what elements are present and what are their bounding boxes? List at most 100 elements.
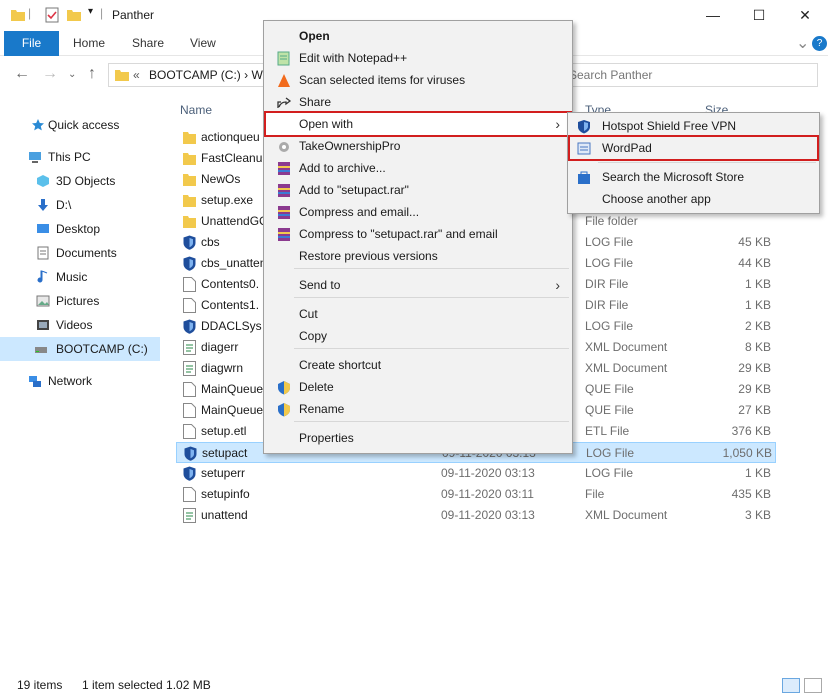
file-type: LOG File: [585, 256, 634, 270]
selection-info: 1 item selected 1.02 MB: [82, 678, 211, 692]
submenu-item-label: Search the Microsoft Store: [602, 170, 745, 184]
file-name: Contents1.: [201, 298, 260, 312]
file-size: 3 KB: [744, 508, 771, 522]
menu-item-copy[interactable]: Copy: [266, 325, 570, 347]
picture-icon: [36, 295, 50, 307]
menu-item-compress-to-setupact-rar-and-email[interactable]: Compress to "setupact.rar" and email: [266, 223, 570, 245]
archive-icon: [276, 227, 292, 242]
menu-item-label: Add to archive...: [299, 161, 386, 175]
menu-item-rename[interactable]: Rename: [266, 398, 570, 420]
gear-icon: [276, 139, 292, 154]
tab-share[interactable]: Share: [132, 31, 164, 56]
properties-icon[interactable]: [44, 7, 60, 23]
submenu-item-choose-another-app[interactable]: Choose another app: [570, 188, 817, 210]
file-type: XML Document: [585, 340, 668, 354]
recent-locations-icon[interactable]: ⌄: [68, 69, 76, 80]
file-size: 29 KB: [738, 382, 771, 396]
nav-item-bootcamp[interactable]: BOOTCAMP (C:): [0, 337, 160, 361]
breadcrumb[interactable]: BOOTCAMP (C:) › W: [149, 68, 263, 82]
nav-item-music[interactable]: Music: [0, 265, 160, 289]
log-file-icon: [183, 235, 196, 250]
tab-home[interactable]: Home: [73, 31, 105, 56]
column-header-name[interactable]: Name: [180, 103, 212, 117]
file-size: 29 KB: [738, 361, 771, 375]
file-type: DIR File: [585, 277, 629, 291]
large-icons-view-icon[interactable]: [804, 678, 822, 693]
nav-item-documents[interactable]: Documents: [0, 241, 160, 265]
file-size: 44 KB: [738, 256, 771, 270]
menu-item-scan-selected-items-for-viruses[interactable]: Scan selected items for viruses: [266, 69, 570, 91]
close-button[interactable]: ✕: [782, 0, 828, 31]
nav-item-3d-objects[interactable]: 3D Objects: [0, 169, 160, 193]
file-type: LOG File: [585, 319, 634, 333]
expand-ribbon-icon[interactable]: ⌄: [796, 31, 809, 56]
menu-item-properties[interactable]: Properties: [266, 427, 570, 449]
details-view-icon[interactable]: [782, 678, 800, 693]
forward-arrow-icon[interactable]: →: [42, 65, 58, 83]
file-size: 435 KB: [731, 487, 771, 501]
menu-item-label: Open with: [299, 117, 354, 131]
blank-file-icon: [183, 487, 196, 502]
menu-item-takeownershippro[interactable]: TakeOwnershipPro: [266, 135, 570, 157]
file-type: QUE File: [585, 382, 634, 396]
menu-item-restore-previous-versions[interactable]: Restore previous versions: [266, 245, 570, 267]
file-name: MainQueue: [201, 382, 264, 396]
nav-item-videos[interactable]: Videos: [0, 313, 160, 337]
window-title: Panther: [112, 8, 155, 22]
menu-item-share[interactable]: Share: [266, 91, 570, 113]
menu-item-open[interactable]: Open: [266, 25, 570, 47]
maximize-button[interactable]: ☐: [736, 0, 782, 31]
help-icon[interactable]: ?: [812, 36, 827, 51]
blank-file-icon: [183, 382, 196, 397]
nav-item-desktop[interactable]: Desktop: [0, 217, 160, 241]
file-row[interactable]: setupinfo 09-11-2020 03:11 File 435 KB: [176, 484, 776, 505]
nav-item-pictures[interactable]: Pictures: [0, 289, 160, 313]
submenu-item-search-the-microsoft-store[interactable]: Search the Microsoft Store: [570, 166, 817, 188]
file-name: setupact: [202, 446, 248, 460]
log-file-icon: [183, 466, 196, 481]
up-arrow-icon[interactable]: ↑: [88, 65, 96, 83]
file-name: setup.exe: [201, 193, 254, 207]
nav-item-network[interactable]: Network: [0, 369, 160, 393]
menu-item-label: Copy: [299, 329, 328, 343]
menu-item-open-with[interactable]: Open with ›: [264, 111, 572, 137]
log-file-icon: [183, 256, 196, 271]
log-file-icon: [183, 319, 196, 334]
submenu-item-wordpad[interactable]: WordPad: [568, 135, 819, 161]
submenu-item-label: WordPad: [602, 141, 652, 155]
chevron-right-icon: ›: [555, 116, 560, 132]
menu-item-edit-with-notepad[interactable]: Edit with Notepad++: [266, 47, 570, 69]
menu-item-send-to[interactable]: Send to ›: [266, 274, 570, 296]
menu-item-compress-and-email[interactable]: Compress and email...: [266, 201, 570, 223]
file-date: 09-11-2020 03:13: [441, 508, 535, 522]
nav-item-d-drive[interactable]: D:\: [0, 193, 160, 217]
xml-file-icon: [183, 361, 196, 376]
back-arrow-icon[interactable]: ←: [14, 65, 30, 83]
new-folder-icon[interactable]: [66, 7, 82, 23]
file-date: 09-11-2020 03:11: [441, 487, 534, 501]
nav-item-quick-access[interactable]: Quick access: [0, 113, 160, 137]
archive-icon: [276, 205, 292, 220]
submenu-item-hotspot-shield-free-vpn[interactable]: Hotspot Shield Free VPN: [570, 115, 817, 137]
download-icon: [38, 199, 48, 211]
menu-item-add-to-archive[interactable]: Add to archive...: [266, 157, 570, 179]
customize-toolbar-icon[interactable]: ▾: [88, 6, 93, 17]
search-input[interactable]: Search Panther: [562, 63, 818, 87]
search-placeholder: Search Panther: [569, 68, 653, 82]
path-overflow[interactable]: «: [133, 68, 140, 82]
menu-item-add-to-setupact-rar[interactable]: Add to "setupact.rar": [266, 179, 570, 201]
nav-item-this-pc[interactable]: This PC: [0, 145, 160, 169]
tab-file[interactable]: File: [4, 31, 59, 56]
music-icon: [37, 270, 48, 283]
menu-item-label: Open: [299, 29, 330, 43]
file-row[interactable]: unattend 09-11-2020 03:13 XML Document 3 KB: [176, 505, 776, 526]
minimize-button[interactable]: —: [690, 0, 736, 31]
menu-item-create-shortcut[interactable]: Create shortcut: [266, 354, 570, 376]
blank-file-icon: [183, 277, 196, 292]
file-type: File folder: [585, 214, 638, 228]
tab-view[interactable]: View: [190, 31, 216, 56]
file-row[interactable]: setuperr 09-11-2020 03:13 LOG File 1 KB: [176, 463, 776, 484]
menu-item-delete[interactable]: Delete: [266, 376, 570, 398]
blank-file-icon: [183, 403, 196, 418]
menu-item-cut[interactable]: Cut: [266, 303, 570, 325]
